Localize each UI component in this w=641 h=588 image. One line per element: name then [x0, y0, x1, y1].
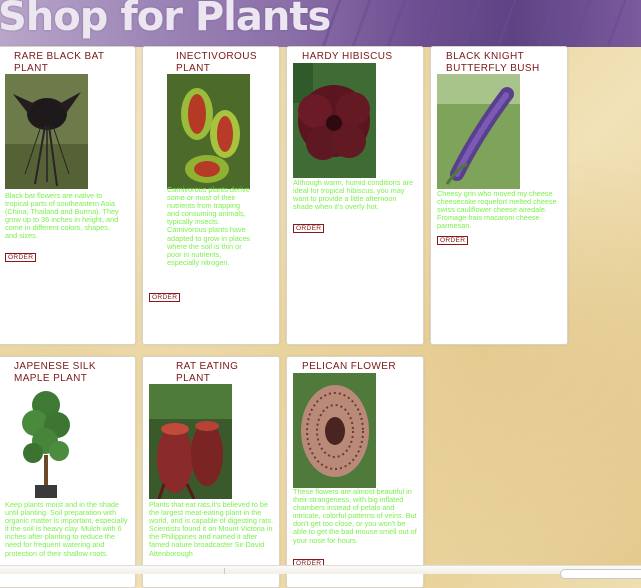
product-name: JAPENESE SILK MAPLE PLANT: [14, 361, 96, 384]
product-description: Keep plants moist and in the shade until…: [5, 500, 128, 558]
product-card-silk-maple: JAPENESE SILK MAPLE PLANT Keep plants mo…: [0, 356, 136, 588]
hibiscus-flower-image: [293, 63, 376, 178]
search-pill[interactable]: [560, 569, 641, 579]
order-button[interactable]: ORDER: [437, 236, 469, 245]
order-button[interactable]: ORDER: [293, 224, 325, 233]
product-card-black-bat: RARE BLACK BAT PLANT Black bat flowers a…: [0, 46, 136, 345]
product-card-insectivorous: INECTIVOROUS PLANT Carnivorous plants de…: [142, 46, 280, 345]
product-description: These flowers are almost beautiful in th…: [293, 487, 417, 545]
product-description: Carnivorous plants derive some or most o…: [167, 185, 251, 267]
product-name: BLACK KNIGHT BUTTERFLY BUSH: [446, 51, 540, 74]
venus-flytrap-image: [167, 74, 250, 189]
product-name: HARDY HIBISCUS: [302, 51, 393, 62]
order-button[interactable]: ORDER: [5, 253, 37, 262]
product-description: Black bat flowers are native to tropical…: [5, 191, 119, 241]
pitcher-plant-image: [149, 384, 232, 499]
bar-divider: [224, 568, 225, 574]
product-card-butterfly-bush: BLACK KNIGHT BUTTERFLY BUSH Cheesy grin …: [430, 46, 568, 345]
product-description: Cheesy grin who moved my cheese cheeseca…: [437, 189, 557, 231]
product-description: Although warm, humid conditions are idea…: [293, 178, 414, 212]
product-name: RARE BLACK BAT PLANT: [14, 51, 105, 74]
product-card-hibiscus: HARDY HIBISCUS Although warm, humid cond…: [286, 46, 424, 345]
header-banner: Shop for Plants: [0, 0, 641, 47]
product-name: PELICAN FLOWER: [302, 361, 396, 372]
product-name: RAT EATING PLANT: [176, 361, 239, 384]
product-card-pelican-flower: PELICAN FLOWER These flowers are almost …: [286, 356, 424, 588]
pelican-flower-image: [293, 373, 376, 488]
page-title: Shop for Plants: [0, 0, 331, 40]
product-card-rat-eating: RAT EATING PLANT Plants that eat rats,it…: [142, 356, 280, 588]
product-name: INECTIVOROUS PLANT: [176, 51, 257, 74]
order-button[interactable]: ORDER: [149, 293, 181, 302]
black-bat-flower-image: [5, 74, 88, 189]
product-description: Plants that eat rats,it's believed to be…: [149, 500, 274, 558]
maple-tree-image: [19, 385, 74, 500]
butterfly-bush-image: [437, 74, 520, 189]
